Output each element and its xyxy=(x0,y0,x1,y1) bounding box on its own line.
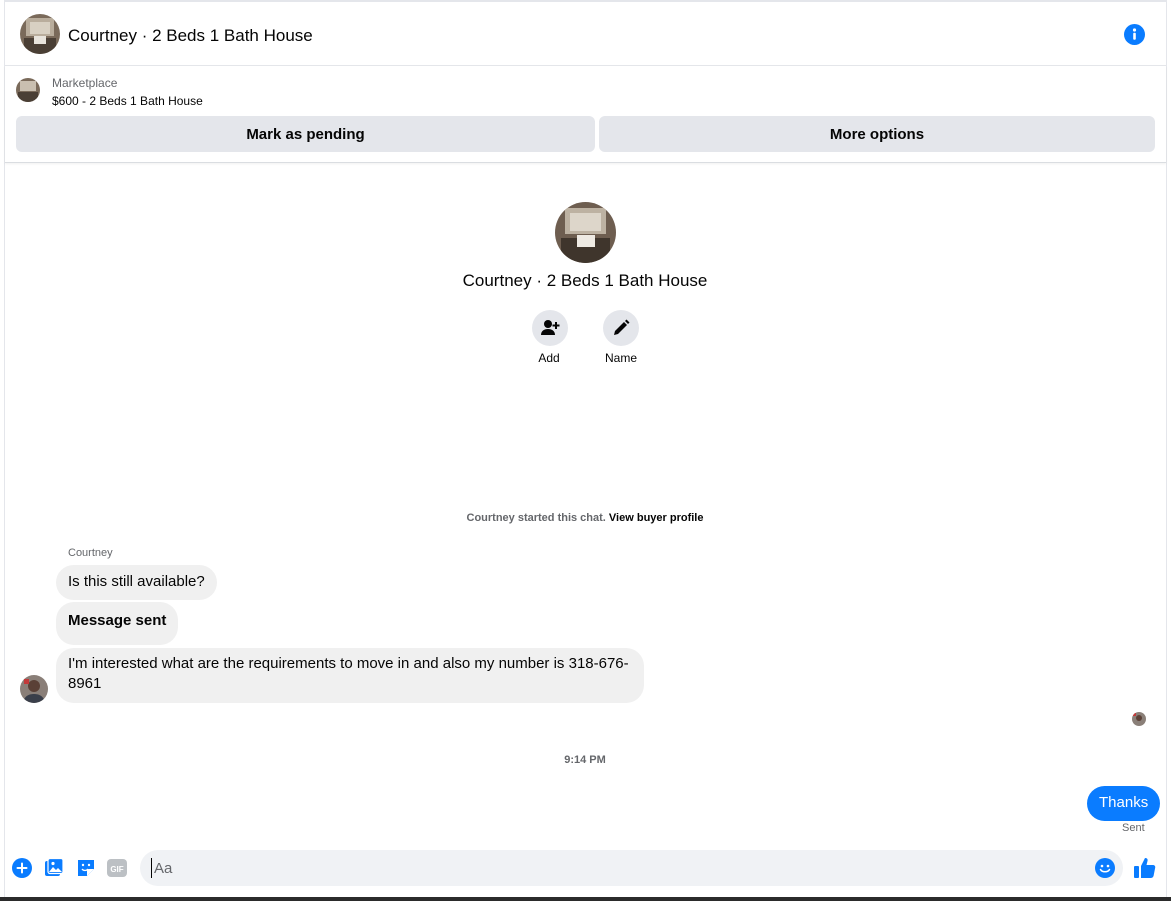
listing-thumbnail[interactable] xyxy=(16,78,40,102)
edit-name-button[interactable] xyxy=(603,310,639,346)
profile-name: Courtney · 2 Beds 1 Bath House xyxy=(462,271,708,290)
message-status: Sent xyxy=(1122,822,1145,834)
taskbar-edge xyxy=(0,897,1171,901)
conversation-title[interactable]: Courtney · 2 Beds 1 Bath House xyxy=(68,26,313,46)
conversation-avatar[interactable] xyxy=(20,14,60,54)
thumbs-up-icon[interactable] xyxy=(1133,856,1157,880)
incoming-message[interactable]: I'm interested what are the requirements… xyxy=(56,648,644,703)
profile-avatar xyxy=(555,202,616,263)
info-icon[interactable] xyxy=(1124,24,1145,45)
message-input[interactable] xyxy=(151,858,1051,878)
name-label: Name xyxy=(604,351,637,365)
chat-started-text: Courtney started this chat. xyxy=(466,512,606,524)
message-composer: GIF xyxy=(5,846,1166,890)
gif-label: GIF xyxy=(110,865,123,874)
add-person-button[interactable] xyxy=(532,310,568,346)
marketplace-bar: Marketplace $600 - 2 Beds 1 Bath House M… xyxy=(5,66,1166,163)
sticker-icon[interactable] xyxy=(76,858,96,878)
marketplace-label: Marketplace xyxy=(52,76,118,90)
chat-header: Courtney · 2 Beds 1 Bath House xyxy=(5,0,1166,66)
incoming-message[interactable]: Message sent xyxy=(56,602,179,645)
incoming-message[interactable]: Is this still available? xyxy=(56,565,217,600)
outgoing-message[interactable]: Thanks xyxy=(1087,786,1161,821)
listing-title[interactable]: $600 - 2 Beds 1 Bath House xyxy=(52,94,203,108)
emoji-icon[interactable] xyxy=(1095,858,1115,878)
chat-started-notice: Courtney started this chat. View buyer p… xyxy=(305,512,865,524)
message-timestamp: 9:14 PM xyxy=(564,754,606,766)
pencil-icon xyxy=(614,319,630,335)
read-receipt-avatar xyxy=(1132,712,1146,726)
sender-avatar[interactable] xyxy=(20,675,48,703)
view-buyer-profile-link[interactable]: View buyer profile xyxy=(609,512,704,524)
photo-icon[interactable] xyxy=(44,858,64,878)
sender-name: Courtney xyxy=(68,547,113,559)
mark-as-pending-button[interactable]: Mark as pending xyxy=(16,116,595,152)
more-options-button[interactable]: More options xyxy=(599,116,1155,152)
add-label: Add xyxy=(538,351,560,365)
chat-window: Courtney · 2 Beds 1 Bath House Marketpla… xyxy=(4,0,1167,901)
add-person-icon xyxy=(541,320,560,335)
message-input-wrapper xyxy=(140,850,1123,886)
gif-icon[interactable]: GIF xyxy=(107,858,127,878)
plus-icon[interactable] xyxy=(12,858,32,878)
